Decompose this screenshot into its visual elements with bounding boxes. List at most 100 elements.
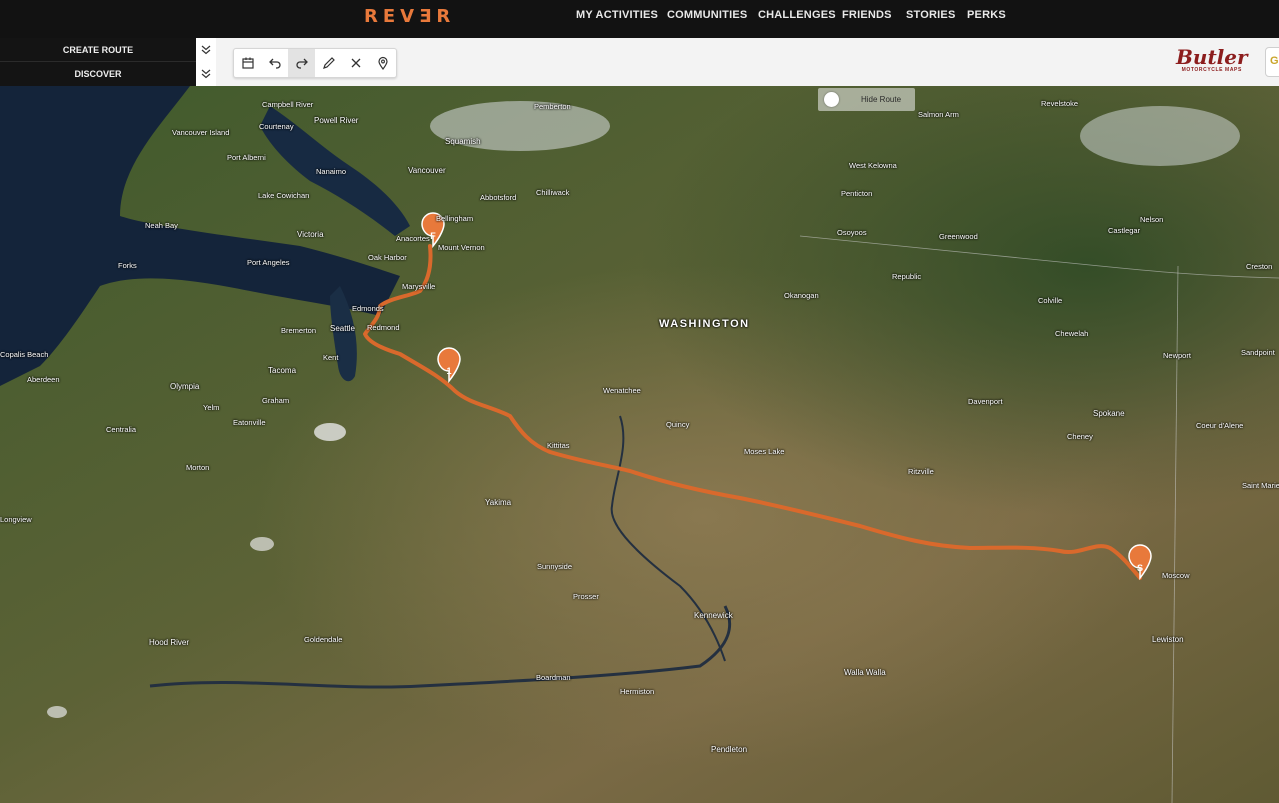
place-label: Pendleton (711, 745, 748, 754)
place-label: Okanogan (784, 291, 819, 300)
undo-icon[interactable] (261, 49, 288, 77)
partner-badge-icon[interactable]: G (1265, 47, 1279, 77)
place-label: Centralia (106, 425, 137, 434)
place-label: Victoria (297, 230, 324, 239)
place-label: Olympia (170, 382, 200, 391)
place-label: Sandpoint (1241, 348, 1275, 357)
butler-maps-logo[interactable]: Butler MOTORCYCLE MAPS (1176, 47, 1248, 73)
create-route-button[interactable]: CREATE ROUTE (0, 38, 196, 62)
route-tools (233, 48, 397, 78)
place-label: Copalis Beach (0, 350, 49, 359)
calendar-icon[interactable] (234, 49, 261, 77)
pencil-icon[interactable] (315, 49, 342, 77)
place-label: Longview (0, 515, 32, 524)
place-label: Redmond (367, 323, 400, 332)
nav-challenges[interactable]: CHALLENGES (758, 9, 836, 21)
place-label: Powell River (314, 116, 359, 125)
place-label: Osoyoos (837, 228, 867, 237)
nav-communities[interactable]: COMMUNITIES (667, 9, 747, 21)
place-label: Coeur d'Alene (1196, 421, 1244, 430)
place-label: Abbotsford (480, 193, 517, 202)
place-label: Kent (323, 353, 339, 362)
place-label: Castlegar (1108, 226, 1141, 235)
place-label: Greenwood (939, 232, 978, 241)
place-label: Goldendale (304, 635, 343, 644)
place-label: Tacoma (268, 366, 297, 375)
place-label: Salmon Arm (918, 110, 959, 119)
place-label: Boardman (536, 673, 571, 682)
place-label: Prosser (573, 592, 599, 601)
discover-button[interactable]: DISCOVER (0, 62, 196, 85)
waypoint-marker-label: 1 (446, 366, 451, 376)
place-label: Edmonds (352, 304, 384, 313)
start-marker-label: S (1137, 563, 1143, 573)
top-navigation-bar: REVƎR MY ACTIVITIES COMMUNITIES CHALLENG… (0, 0, 1279, 38)
place-label: Morton (186, 463, 210, 472)
expand-discover-chevron-icon[interactable] (196, 62, 216, 86)
place-label: Cheney (1067, 432, 1093, 441)
toggle-knob-icon[interactable] (824, 92, 839, 107)
place-label: Yakima (485, 498, 512, 507)
place-label: Neah Bay (145, 221, 178, 230)
place-label: Quincy (666, 420, 690, 429)
place-label: Oak Harbor (368, 253, 407, 262)
butler-name: Butler (1176, 45, 1248, 69)
place-label: Creston (1246, 262, 1273, 271)
place-label: Vancouver Island (172, 128, 230, 137)
place-label: Vancouver (408, 166, 446, 175)
finish-marker-label: F (430, 231, 436, 241)
place-label: Hermiston (620, 687, 655, 696)
close-icon[interactable] (342, 49, 369, 77)
place-label: Courtenay (259, 122, 294, 131)
place-label: Revelstoke (1041, 99, 1079, 108)
place-label: Moscow (1162, 571, 1190, 580)
place-label: Republic (892, 272, 922, 281)
hide-route-label: Hide Route (861, 95, 902, 104)
nav-my-activities[interactable]: MY ACTIVITIES (576, 9, 658, 21)
place-label: Kittitas (547, 441, 570, 450)
nav-perks[interactable]: PERKS (967, 9, 1006, 21)
place-label: Anacortes (396, 234, 430, 243)
redo-icon[interactable] (288, 49, 315, 77)
place-label: Chilliwack (536, 188, 570, 197)
rever-logo[interactable]: REVƎR (364, 6, 455, 27)
place-label: Saint Maries (1242, 481, 1279, 490)
place-label: Graham (262, 396, 290, 405)
butler-subtitle: MOTORCYCLE MAPS (1181, 67, 1242, 73)
map-pin-icon[interactable] (369, 49, 396, 77)
hide-route-toggle[interactable]: Hide Route (818, 88, 915, 111)
place-label: Aberdeen (27, 375, 60, 384)
place-label: Penticton (841, 189, 873, 198)
region-label: WASHINGTON (659, 318, 750, 330)
place-label: Walla Walla (844, 668, 886, 677)
expand-create-route-chevron-icon[interactable] (196, 38, 216, 62)
place-label: Lake Cowichan (258, 191, 310, 200)
place-label: West Kelowna (849, 161, 897, 170)
place-label: Nanaimo (316, 167, 347, 176)
place-label: Spokane (1093, 409, 1125, 418)
place-label: Hood River (149, 638, 190, 647)
map-canvas[interactable]: F 1 S WASHINGTON Campbell River Powell R… (0, 86, 1279, 803)
place-label: Newport (1163, 351, 1191, 360)
place-label: Nelson (1140, 215, 1164, 224)
place-label: Eatonville (233, 418, 266, 427)
place-label: Yelm (203, 403, 220, 412)
place-label: Mount Vernon (438, 243, 485, 252)
place-label: Wenatchee (603, 386, 641, 395)
place-label: Lewiston (1152, 635, 1184, 644)
place-label: Bremerton (281, 326, 317, 335)
nav-friends[interactable]: FRIENDS (842, 9, 892, 21)
place-label: Marysville (402, 282, 436, 291)
place-label: Port Alberni (227, 153, 266, 162)
place-label: Seattle (330, 324, 355, 333)
place-label: Squamish (445, 137, 481, 146)
nav-stories[interactable]: STORIES (906, 9, 956, 21)
place-label: Forks (118, 261, 137, 270)
place-label: Moses Lake (744, 447, 785, 456)
place-label: Chewelah (1055, 329, 1089, 338)
place-label: Campbell River (262, 100, 314, 109)
place-label: Pemberton (534, 102, 571, 111)
place-label: Ritzville (908, 467, 934, 476)
place-label: Port Angeles (247, 258, 290, 267)
place-label: Colville (1038, 296, 1063, 305)
